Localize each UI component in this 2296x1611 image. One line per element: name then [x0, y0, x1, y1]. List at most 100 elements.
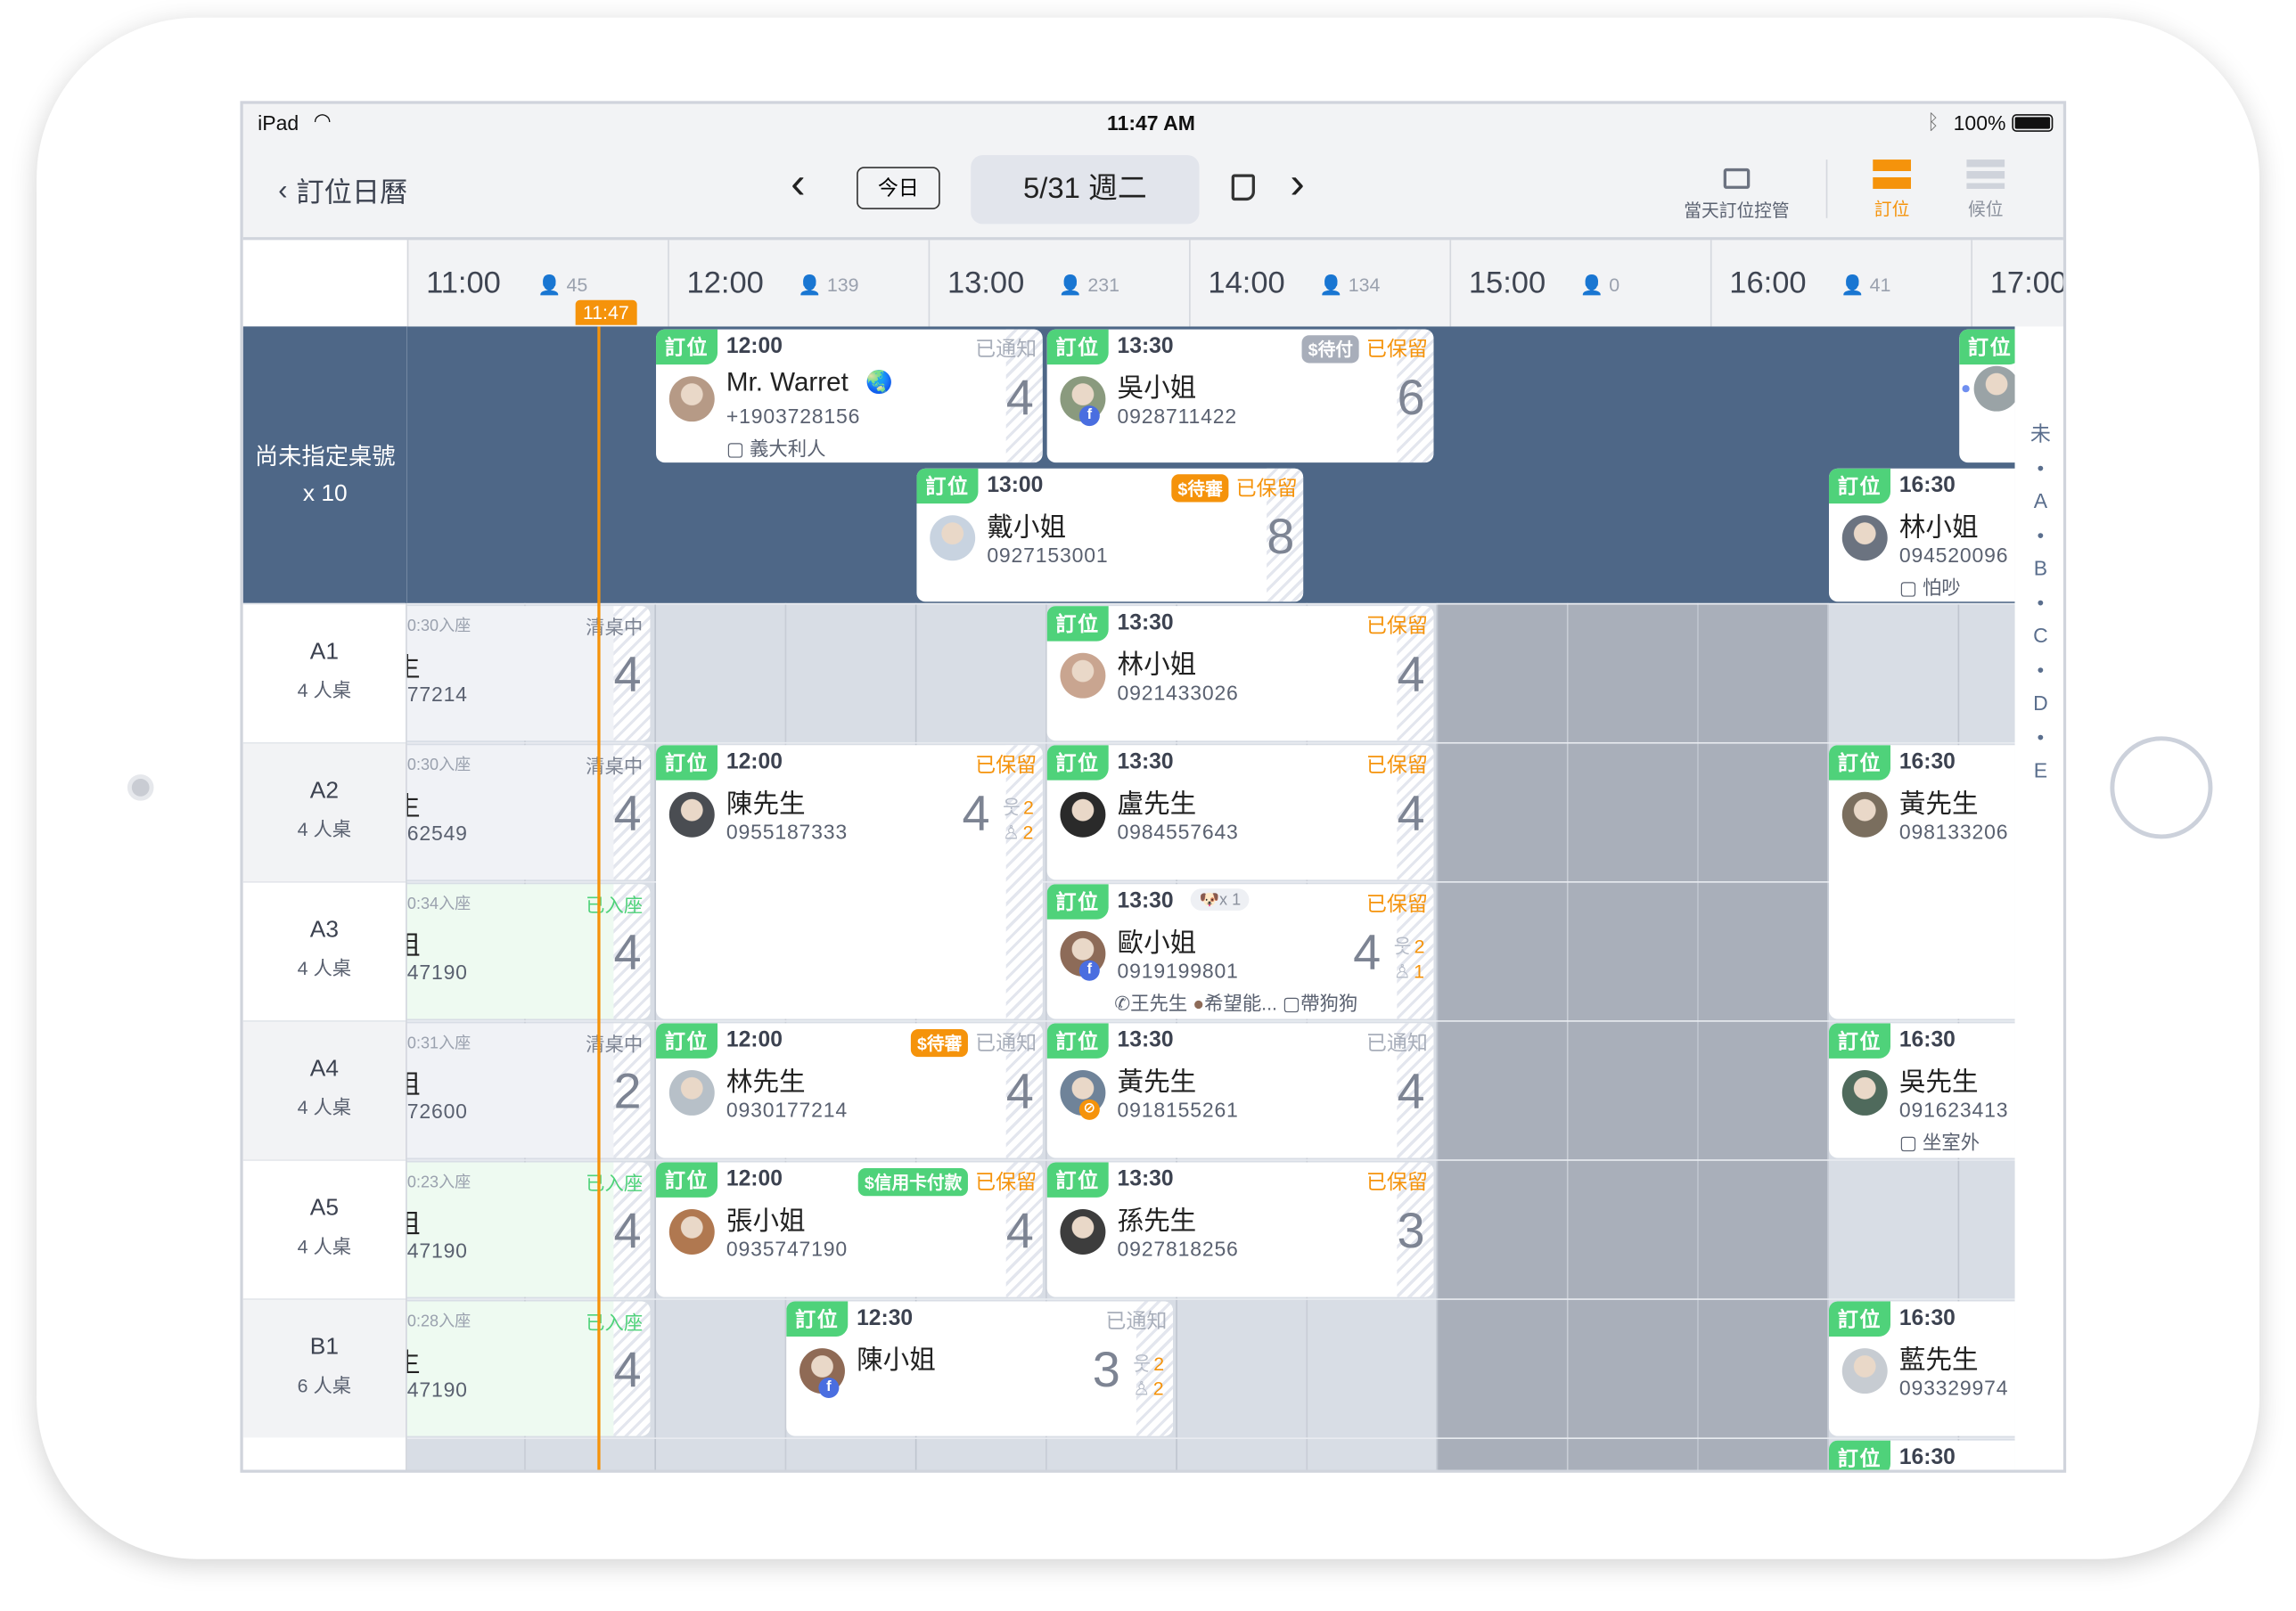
guest-name: 陳先生 [726, 789, 806, 819]
booking-badges: 已保留 [1366, 888, 1428, 918]
today-button[interactable]: 今日 [857, 167, 940, 209]
booking-card[interactable]: 訂位 12:00 $信用卡付款 已保留 張小姐 0935747190 4 [656, 1162, 1043, 1297]
party-size: 4 [1397, 647, 1425, 703]
booking-card[interactable]: 訂位 12:00 已通知 Mr. Warret 🌏 +1903728156 ▢ 義大利人 4 [656, 329, 1043, 463]
camera [127, 774, 154, 801]
booking-time: 12:00 [726, 1027, 783, 1053]
booking-badges: $待審 已通知 [911, 1027, 1037, 1057]
guest-phone: 0930177214 [726, 1098, 849, 1122]
table-row-label[interactable]: A1 4 人桌 [242, 602, 406, 742]
table-capacity: 4 人桌 [297, 818, 352, 841]
adult-value: 2 [1023, 796, 1034, 819]
booking-card[interactable]: 訂位 12:30 已通知 f 陳小姐 3 웃 2 ♙ 2 [786, 1301, 1173, 1436]
booking-badges: 已通知 [975, 334, 1037, 364]
guest-phone: 0921433026 [1117, 680, 1239, 705]
booking-badges: 已保留 [975, 749, 1037, 779]
booking-card[interactable]: 訂位 13:30 $待付 已保留 f 吳小姐 0928711422 6 [1046, 329, 1434, 463]
guest-phone: 094520096 [1898, 543, 2009, 567]
guest-count: 👤 139 [798, 274, 859, 296]
booking-card[interactable]: 訂位 13:30 已保留 林小姐 0921433026 4 [1046, 606, 1434, 741]
guest-avatar [668, 791, 715, 838]
party-size: 4 [1397, 1064, 1425, 1120]
booking-card[interactable]: 訂位 13:00 $待審 已保留 戴小姐 0927153001 8 [916, 468, 1304, 602]
adult-value: 2 [1414, 935, 1425, 958]
seated-time: 10:23入座 [406, 1173, 472, 1192]
party-size: 4 [613, 1342, 642, 1398]
bluetooth-icon: ᛒ [1927, 110, 1939, 134]
seated-card[interactable]: 10:31入座 清桌中姐72600 2 [406, 1023, 651, 1158]
drag-strip [1005, 745, 1043, 1019]
seated-card[interactable]: 10:28入座 已入座生47190 4 [406, 1301, 651, 1436]
hour-column: 14:00 👤 134 [1189, 240, 1449, 329]
child-value: 1 [1414, 960, 1425, 983]
table-row-label[interactable]: A2 4 人桌 [242, 741, 406, 882]
unassigned-lane-label[interactable]: 尚未指定桌號 x 10 [242, 326, 407, 603]
booking-card[interactable]: 訂位 16:30 [1828, 1440, 2015, 1470]
booking-card[interactable]: 訂位 13:30 🐶x 1 已保留 f 歐小姐 0919199801 ✆王先生 ●希望能...… [1046, 884, 1434, 1019]
guest-phone: 0935747190 [726, 1237, 849, 1261]
table-capacity: 4 人桌 [297, 1096, 352, 1119]
table-name: A1 [309, 639, 339, 665]
table-row-label[interactable]: A4 4 人桌 [242, 1020, 406, 1160]
back-button[interactable]: ‹ 訂位日曆 [278, 171, 407, 210]
booking-time: 16:30 [1898, 1444, 1956, 1470]
booking-tab[interactable]: 訂位 [1863, 157, 1922, 221]
booking-card[interactable]: 訂位 13:30 已保留 孫先生 0927818256 3 [1046, 1162, 1434, 1297]
daily-control-button[interactable]: 當天訂位控管 [1671, 157, 1803, 223]
index-letter-B[interactable]: B [2015, 552, 2063, 585]
booking-status: 已保留 [975, 752, 1037, 776]
guest-phone: 0918155261 [1117, 1098, 1239, 1122]
date-picker[interactable]: 5/31 週二 [971, 155, 1200, 225]
seated-card[interactable]: 10:30入座 清桌中生77214 4 [406, 606, 651, 741]
hour-column: 12:00 👤 139 [668, 240, 928, 329]
booking-tag: 訂位 [1828, 1440, 1890, 1470]
seated-card[interactable]: 10:34入座 已入座姐47190 4 [406, 884, 651, 1019]
booking-status: 已保留 [1365, 336, 1428, 361]
booking-badges: 已通知 [1366, 1027, 1428, 1057]
index-letter-未[interactable]: 未 [2015, 417, 2063, 451]
seated-card[interactable]: 10:30入座 清桌中先生62549 4 [406, 745, 651, 880]
note-icon[interactable] [1231, 174, 1255, 201]
booking-card[interactable]: 訂位 12:00 $待審 已通知 林先生 0930177214 4 [656, 1023, 1043, 1158]
index-letter-C[interactable]: C [2015, 619, 2063, 653]
booking-card[interactable]: 訂位 16:30 黃先生 098133206 [1828, 745, 2015, 1019]
guest-phone: 0927818256 [1117, 1237, 1239, 1261]
guest-name: 張小姐 [726, 1206, 806, 1236]
home-button[interactable] [2110, 736, 2213, 839]
booking-card[interactable]: 訂位 12:00 已保留 陳先生 0955187333 4 웃 2 ♙ 2 [656, 745, 1043, 1019]
table-capacity: 6 人桌 [297, 1374, 352, 1397]
lock-icon [1723, 168, 1751, 189]
booking-card[interactable]: 訂位 16:30 藍先生 093329974 [1828, 1301, 2015, 1436]
prev-day-button[interactable]: ‹ [791, 159, 805, 209]
table-row-label[interactable]: B1 6 人桌 [242, 1298, 406, 1438]
list-icon [1966, 159, 2005, 189]
party-size: 4 [962, 786, 990, 842]
guest-phone: 0927153001 [987, 543, 1109, 567]
gridline [1697, 602, 1699, 1470]
index-letter-D[interactable]: D [2015, 687, 2063, 721]
table-row-label[interactable]: A5 4 人桌 [242, 1159, 406, 1299]
booking-card[interactable]: 訂位 [1959, 329, 2015, 463]
booking-card[interactable]: 訂位 13:30 已保留 盧先生 0984557643 4 [1046, 745, 1434, 880]
guest-name: 林小姐 [1117, 650, 1197, 680]
booking-status: 已保留 [1365, 613, 1428, 637]
hour-label: 16:00 [1729, 266, 1807, 300]
next-day-button[interactable]: › [1290, 159, 1304, 209]
booking-card[interactable]: 訂位 16:30 林小姐 094520096 ▢ 怕吵 [1828, 468, 2015, 602]
waitlist-tab[interactable]: 候位 [1956, 157, 2015, 221]
booking-tag: 訂位 [1828, 745, 1890, 781]
booking-card[interactable]: 訂位 16:30 吳先生 091623413 ▢ 坐室外 [1828, 1023, 2015, 1158]
booking-time: 12:00 [726, 1166, 783, 1192]
adult-count: 웃2 [1003, 795, 1034, 820]
table-row-label[interactable]: A3 4 人桌 [242, 881, 406, 1021]
reservation-timeline-grid[interactable]: 10:30入座清桌中生77214410:30入座清桌中先生62549410:34… [406, 326, 2015, 1470]
hour-column: 13:00 👤 231 [928, 240, 1189, 329]
booking-tag: 訂位 [1046, 606, 1109, 642]
booking-card[interactable]: 訂位 13:30 已通知 ⊘ 黃先生 0918155261 4 [1046, 1023, 1434, 1158]
adult-icon: 웃 [1003, 796, 1021, 819]
index-letter-A[interactable]: A [2015, 485, 2063, 519]
booking-badges: 已保留 [1366, 610, 1428, 640]
index-letter-E[interactable]: E [2015, 754, 2063, 788]
seated-card[interactable]: 10:23入座 已入座姐47190 4 [406, 1162, 651, 1297]
booking-time: 12:30 [857, 1305, 914, 1331]
